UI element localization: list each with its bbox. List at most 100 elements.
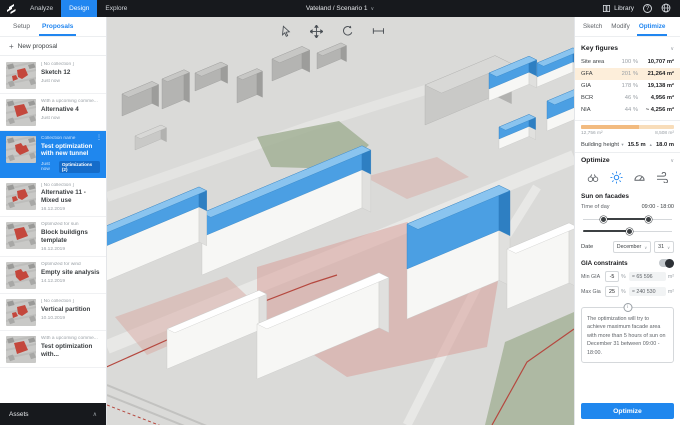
binoculars-icon[interactable] bbox=[585, 170, 601, 184]
noise-icon[interactable] bbox=[631, 170, 647, 184]
key-figure-percent: 201 % bbox=[614, 71, 638, 77]
proposal-meta-row: Just nowOptimizations (2) bbox=[41, 161, 100, 173]
sidebar-tabs: SetupProposals bbox=[0, 17, 106, 37]
proposal-item[interactable]: [ No collection ]Vertical partition10.10… bbox=[0, 294, 106, 331]
panel-tab-modify[interactable]: Modify bbox=[607, 17, 634, 36]
more-options-icon[interactable]: ⋮ bbox=[96, 135, 102, 141]
wind-icon[interactable] bbox=[654, 170, 670, 184]
optimizations-badge[interactable]: Optimizations (2) bbox=[59, 161, 100, 173]
key-figure-row: GFA201 %21,264 m² bbox=[575, 68, 680, 80]
assets-bar[interactable]: Assets ∧ bbox=[0, 403, 106, 425]
app-window: AnalyzeDesignExplore Vateland / Scenario… bbox=[0, 0, 680, 425]
key-figure-percent: 100 % bbox=[614, 59, 638, 65]
slider-handle-start[interactable] bbox=[600, 216, 607, 223]
nav-item-design[interactable]: Design bbox=[61, 0, 97, 17]
help-button[interactable]: ? bbox=[643, 4, 652, 13]
globe-button[interactable] bbox=[661, 3, 671, 15]
nav-item-analyze[interactable]: Analyze bbox=[22, 0, 61, 17]
optimize-header[interactable]: Optimize ∨ bbox=[581, 157, 674, 164]
day-select[interactable]: 31 ∨ bbox=[654, 241, 674, 253]
topbar-nav: AnalyzeDesignExplore bbox=[22, 0, 135, 17]
move-tool-icon[interactable] bbox=[309, 24, 323, 38]
optimize-button[interactable]: Optimize bbox=[581, 403, 674, 419]
proposal-title: Test optimization with new tunnel bbox=[41, 143, 100, 159]
key-figure-value: 4,956 m² bbox=[638, 95, 674, 101]
key-figure-value: ~ 4,256 m² bbox=[638, 107, 674, 113]
constraint-percent-input[interactable]: 25 bbox=[605, 286, 619, 297]
proposal-collection: Optimized for sun bbox=[41, 222, 100, 227]
globe-icon bbox=[661, 3, 671, 13]
constraint-label: Max Gia bbox=[581, 289, 603, 295]
time-of-day-slider[interactable] bbox=[583, 214, 672, 224]
proposal-meta-row: 10.10.2019 bbox=[41, 316, 100, 321]
chevron-down-icon: ∨ bbox=[644, 245, 647, 250]
sidebar-tab-proposals[interactable]: Proposals bbox=[37, 17, 78, 36]
constraint-area-value: ≈ 65 596 bbox=[629, 272, 666, 281]
panel-tabs: SketchModifyOptimize bbox=[575, 17, 680, 37]
proposal-collection: [ No collection ] bbox=[41, 183, 100, 188]
proposal-meta: Just now bbox=[41, 162, 59, 172]
gia-constraints-title: GIA constraints bbox=[581, 260, 628, 267]
panel-tab-optimize[interactable]: Optimize bbox=[635, 17, 670, 36]
panel-tab-sketch[interactable]: Sketch bbox=[579, 17, 606, 36]
proposal-item[interactable]: [ No collection ]Alternative 11 - Mixed … bbox=[0, 178, 106, 218]
building-height-label: Building height bbox=[581, 142, 621, 148]
proposal-list: [ No collection ]Sketch 12Just nowWith a… bbox=[0, 57, 106, 425]
proposal-item[interactable]: [ No collection ]Sketch 12Just now bbox=[0, 57, 106, 94]
key-figures-header[interactable]: Key figures ∨ bbox=[581, 45, 674, 52]
proposal-text: With a upcoming comme...Alternative 4Jus… bbox=[41, 99, 100, 126]
measure-tool-icon[interactable] bbox=[371, 24, 385, 38]
slider-handle-end[interactable] bbox=[645, 216, 652, 223]
proposal-item[interactable]: With a upcoming comme...Alternative 4Jus… bbox=[0, 94, 106, 131]
building-height-max: 18.0 m bbox=[656, 142, 674, 148]
proposal-meta-row: Just now bbox=[41, 116, 100, 121]
proposal-collection: Collection name bbox=[41, 136, 100, 141]
secondary-slider[interactable] bbox=[583, 226, 672, 236]
proposal-item[interactable]: Optimized for sunBlock buildigns templat… bbox=[0, 217, 106, 257]
proposal-thumbnail bbox=[6, 99, 36, 126]
key-figure-value: 19,138 m² bbox=[638, 83, 674, 89]
arrow-down-icon: ▾ bbox=[621, 142, 623, 148]
rotate-tool-icon[interactable] bbox=[340, 24, 354, 38]
proposal-title: Test optimization with... bbox=[41, 343, 100, 359]
sidebar-tab-setup[interactable]: Setup bbox=[8, 17, 35, 36]
key-figure-label: GIA bbox=[581, 83, 614, 89]
proposal-item[interactable]: Collection name Test optimization with ne… bbox=[0, 131, 106, 178]
area-progress-bar bbox=[581, 125, 674, 129]
library-button[interactable]: Library bbox=[602, 4, 634, 13]
sun-icon[interactable] bbox=[608, 170, 624, 184]
constraint-row: Min GIA-5%≈ 65 596m² bbox=[581, 271, 674, 282]
3d-viewport[interactable] bbox=[107, 17, 574, 425]
gia-constraints-toggle[interactable] bbox=[659, 259, 674, 267]
key-figure-row: BCR46 %4,956 m² bbox=[581, 92, 674, 104]
proposal-title: Sketch 12 bbox=[41, 69, 100, 77]
area-unit: m² bbox=[668, 289, 674, 295]
proposal-text: [ No collection ]Alternative 11 - Mixed … bbox=[41, 183, 100, 213]
toggle-knob bbox=[665, 259, 674, 268]
key-figure-label: NIA bbox=[581, 107, 614, 113]
nav-item-explore[interactable]: Explore bbox=[97, 0, 135, 17]
proposals-sidebar: SetupProposals + New proposal [ No colle… bbox=[0, 17, 107, 425]
breadcrumb[interactable]: Vateland / Scenario 1 ∨ bbox=[306, 0, 374, 17]
key-figures-title: Key figures bbox=[581, 45, 618, 52]
new-proposal-label: New proposal bbox=[18, 43, 58, 50]
spacemaker-logo-icon[interactable] bbox=[0, 0, 22, 17]
chevron-down-icon: ∨ bbox=[371, 6, 375, 12]
proposal-thumbnail bbox=[6, 136, 36, 163]
proposal-collection: Optimized for wind bbox=[41, 262, 100, 267]
proposal-meta-row: 16.12.2019 bbox=[41, 247, 100, 252]
constraint-percent-input[interactable]: -5 bbox=[605, 271, 619, 282]
proposal-thumbnail bbox=[6, 336, 36, 363]
key-figure-label: BCR bbox=[581, 95, 614, 101]
chevron-down-icon: ∨ bbox=[670, 46, 674, 52]
select-tool-icon[interactable] bbox=[278, 24, 292, 38]
slider-handle[interactable] bbox=[626, 228, 633, 235]
month-select[interactable]: December ∨ bbox=[613, 241, 651, 253]
breadcrumb-label: Vateland / Scenario 1 bbox=[306, 5, 368, 12]
proposal-title: Empty site analysis bbox=[41, 269, 100, 277]
proposal-text: Collection name Test optimization with ne… bbox=[41, 136, 100, 173]
proposal-item[interactable]: Optimized for windEmpty site analysis14.… bbox=[0, 257, 106, 294]
proposal-item[interactable]: With a upcoming comme...Test optimizatio… bbox=[0, 331, 106, 368]
new-proposal-button[interactable]: + New proposal bbox=[0, 37, 106, 56]
info-icon: i bbox=[623, 303, 632, 312]
